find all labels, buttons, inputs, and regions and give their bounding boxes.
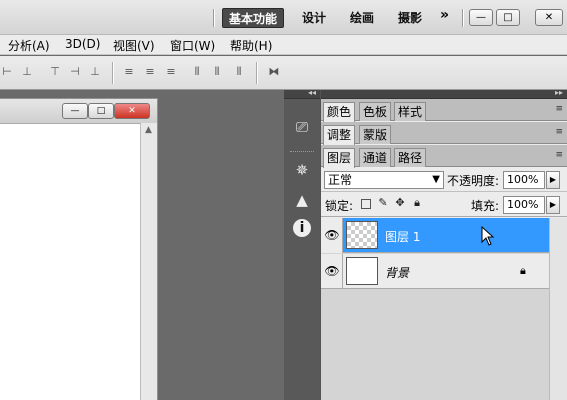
fill-input[interactable]: 100%: [503, 196, 545, 214]
opacity-label: 不透明度:: [447, 174, 500, 188]
title-separator-2: [462, 9, 464, 27]
tab-styles[interactable]: 样式: [394, 102, 427, 121]
distribute-left-icon[interactable]: ⫴: [190, 65, 204, 79]
collapse-icon[interactable]: ◂◂: [308, 88, 316, 97]
expand-icon[interactable]: ▸▸: [555, 88, 563, 97]
align-left-edges-icon[interactable]: ⊢: [0, 65, 14, 79]
distribute-right-icon[interactable]: ⫴: [232, 65, 246, 79]
align-horizontal-centers-icon[interactable]: ⊥: [20, 65, 34, 79]
layers-panel-tabs: 图层 通道 路径 ≡: [321, 145, 567, 168]
opacity-input[interactable]: 100%: [503, 171, 545, 189]
distribute-top-icon[interactable]: ≡: [122, 65, 136, 79]
options-separator-2: [256, 62, 258, 84]
lock-all-icon[interactable]: 🔒︎: [411, 197, 423, 209]
lock-row: 锁定: ✎ ✥ 🔒︎ 填充: 100% ▶: [321, 193, 567, 217]
document-vertical-scrollbar[interactable]: ▲: [140, 123, 157, 400]
scroll-up-icon[interactable]: ▲: [145, 125, 152, 135]
lock-icon: 🔒︎: [520, 264, 526, 277]
document-title-bar: — □ ✕: [0, 99, 157, 123]
workspace-essentials-button[interactable]: 基本功能: [222, 8, 285, 28]
align-top-edges-icon[interactable]: ⊤: [48, 65, 62, 79]
menu-3d[interactable]: 3D(D): [65, 37, 100, 51]
layer-thumbnail: [346, 257, 378, 285]
layer-row-background[interactable]: 👁︎ 背景 🔒︎: [321, 254, 549, 289]
document-minimize-button[interactable]: —: [62, 103, 88, 119]
eye-icon[interactable]: 👁︎: [324, 264, 340, 278]
align-vertical-centers-icon[interactable]: ⊣: [68, 65, 82, 79]
info-panel-icon[interactable]: i: [293, 219, 311, 237]
workspace-painting-button[interactable]: 绘画: [344, 8, 380, 28]
document-close-button[interactable]: ✕: [114, 103, 150, 119]
navigator-panel-icon[interactable]: ✵: [290, 159, 314, 181]
panel-icon-strip: ⎚ ✵ ▲ i: [284, 99, 320, 400]
menu-window[interactable]: 窗口(W): [170, 37, 215, 54]
panel-stack: 颜色 色板 样式 ≡ 调整 蒙版 ≡ 图层 通道 路径 ≡ 正常 ▼ 不透明度:…: [321, 99, 567, 400]
panel-menu-icon[interactable]: ≡: [555, 104, 563, 114]
layer-name[interactable]: 背景: [385, 264, 409, 281]
tab-layers[interactable]: 图层: [323, 148, 356, 168]
color-panel-tabs: 颜色 色板 样式 ≡: [321, 99, 567, 122]
histogram-panel-icon[interactable]: ▲: [290, 189, 314, 211]
menu-view[interactable]: 视图(V): [113, 37, 155, 54]
layer-thumbnail: [346, 221, 378, 249]
more-workspaces-icon[interactable]: »: [440, 7, 449, 23]
panel-menu-icon[interactable]: ≡: [555, 127, 563, 137]
layer-row-layer1[interactable]: 👁︎ 图层 1: [321, 218, 549, 253]
document-window: — □ ✕ ▲: [0, 98, 158, 400]
lock-brush-icon[interactable]: ✎: [377, 197, 389, 209]
visibility-cell[interactable]: 👁︎: [321, 254, 343, 289]
tab-color[interactable]: 颜色: [323, 102, 356, 122]
layer-name[interactable]: 图层 1: [385, 228, 420, 245]
mouse-cursor-icon: [481, 226, 495, 246]
tab-adjustments[interactable]: 调整: [323, 125, 356, 145]
menu-bar: 分析(A) 3D(D) 视图(V) 窗口(W) 帮助(H): [0, 35, 567, 55]
eye-icon[interactable]: 👁︎: [324, 228, 340, 242]
document-maximize-button[interactable]: □: [88, 103, 114, 119]
minimize-button[interactable]: —: [469, 9, 493, 26]
align-bottom-edges-icon[interactable]: ⊥: [88, 65, 102, 79]
fill-slider-arrow-icon[interactable]: ▶: [546, 196, 560, 214]
lock-transparency-icon[interactable]: [361, 199, 371, 209]
document-canvas[interactable]: [0, 123, 140, 400]
auto-align-layers-icon[interactable]: ⧓: [267, 65, 281, 79]
lock-label: 锁定:: [325, 199, 354, 213]
blend-row: 正常 ▼ 不透明度: 100% ▶: [321, 168, 567, 192]
blend-mode-value: 正常: [328, 173, 353, 187]
visibility-cell[interactable]: 👁︎: [321, 218, 343, 253]
options-separator: [112, 62, 114, 84]
distribute-bottom-icon[interactable]: ≡: [164, 65, 178, 79]
panel-dock: ◂◂ ▸▸ ⎚ ✵ ▲ i 颜色 色板 样式 ≡ 调整 蒙版 ≡ 图层 通道 路…: [284, 88, 567, 400]
tab-swatches[interactable]: 色板: [359, 102, 392, 121]
distribute-center-icon[interactable]: ≡: [143, 65, 157, 79]
workspace-photography-button[interactable]: 摄影: [392, 8, 428, 28]
lock-move-icon[interactable]: ✥: [394, 197, 406, 209]
maximize-button[interactable]: □: [496, 9, 520, 26]
panel-dock-header[interactable]: ▸▸: [321, 88, 567, 99]
strip-grip[interactable]: [290, 151, 314, 154]
layers-list: 👁︎ 图层 1 👁︎ 背景 🔒︎: [321, 218, 567, 400]
history-panel-icon[interactable]: ⎚: [290, 116, 314, 138]
workspace-design-button[interactable]: 设计: [296, 8, 332, 28]
fill-label: 填充:: [471, 199, 500, 213]
close-button[interactable]: ✕: [535, 9, 563, 26]
options-bar: ⊢ ⊥ ⊤ ⊣ ⊥ ≡ ≡ ≡ ⫴ ⫴ ⫴ ⧓: [0, 56, 567, 90]
title-separator: [213, 9, 215, 27]
menu-analysis[interactable]: 分析(A): [8, 37, 50, 54]
layers-scrollbar[interactable]: [549, 218, 567, 400]
tab-channels[interactable]: 通道: [359, 148, 392, 167]
chevron-down-icon: ▼: [432, 174, 440, 185]
application-title-bar: 基本功能 设计 绘画 摄影 » — □ ✕: [0, 0, 567, 35]
panel-menu-icon[interactable]: ≡: [555, 150, 563, 160]
tab-masks[interactable]: 蒙版: [359, 125, 392, 144]
adjustments-panel-tabs: 调整 蒙版 ≡: [321, 122, 567, 145]
opacity-slider-arrow-icon[interactable]: ▶: [546, 171, 560, 189]
distribute-hcenter-icon[interactable]: ⫴: [210, 65, 224, 79]
icon-strip-header[interactable]: ◂◂: [284, 88, 320, 99]
menu-help[interactable]: 帮助(H): [230, 37, 272, 54]
tab-paths[interactable]: 路径: [394, 148, 427, 167]
blend-mode-select[interactable]: 正常 ▼: [324, 171, 444, 189]
